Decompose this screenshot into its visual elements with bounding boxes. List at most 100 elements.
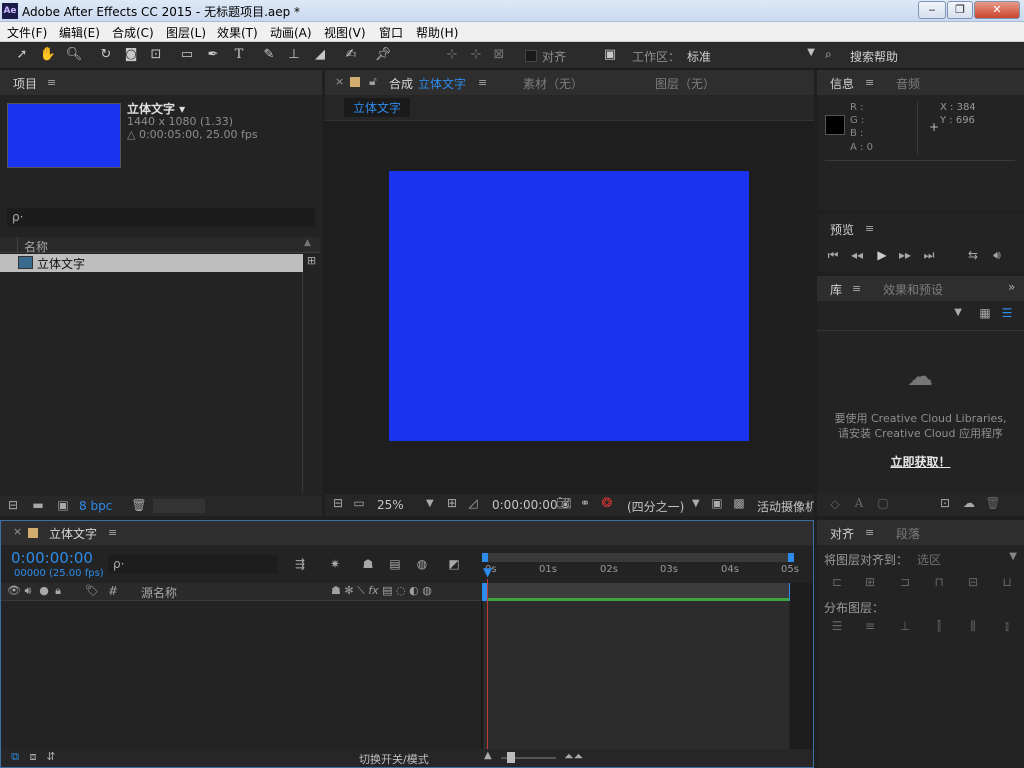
safe-margins-icon[interactable]: ⊞ <box>444 496 460 510</box>
navigator-end-handle[interactable] <box>788 553 794 562</box>
lock-icon[interactable]: 🔓︎ <box>369 74 377 89</box>
transfer-controls-icon[interactable]: ⧈ <box>26 750 40 764</box>
menu-window[interactable]: 窗口 <box>379 24 403 41</box>
previous-frame-icon[interactable]: ◂◂ <box>849 248 865 262</box>
chevron-down-icon[interactable]: ▼ <box>426 498 434 509</box>
play-icon[interactable]: ▶ <box>874 248 890 262</box>
navigator-start-handle[interactable] <box>482 553 488 562</box>
timeline-track-area[interactable] <box>483 601 789 749</box>
shy-layers-icon[interactable]: ☗ <box>359 557 377 571</box>
eraser-tool-icon[interactable]: ◢ <box>310 46 330 64</box>
maximize-button[interactable]: ❐ <box>947 1 973 19</box>
distribute-right-icon[interactable]: ⫾ <box>998 619 1016 634</box>
time-navigator[interactable] <box>482 553 794 562</box>
zoom-slider-thumb[interactable] <box>507 752 515 763</box>
add-color-icon[interactable]: ◇ <box>827 497 843 511</box>
new-folder-icon[interactable]: ▬ <box>30 498 46 512</box>
rotate-tool-icon[interactable]: ↻ <box>96 46 116 64</box>
get-it-now-link[interactable]: 立即获取！ <box>817 453 1024 470</box>
flowchart-icon[interactable]: ⊞ <box>303 254 320 272</box>
trash-icon[interactable]: 🗑︎ <box>985 496 1001 510</box>
mask-visibility-icon[interactable]: ◿ <box>465 496 481 510</box>
region-of-interest-icon[interactable]: ⊟ <box>330 496 346 510</box>
audio-icon[interactable]: 🔊︎ <box>22 584 34 598</box>
info-tab[interactable]: 信息 <box>830 75 854 92</box>
library-tab[interactable]: 库 <box>830 281 842 298</box>
solo-icon[interactable]: ● <box>38 584 50 597</box>
next-frame-icon[interactable]: ▸▸ <box>897 248 913 262</box>
axis-view-icon[interactable]: ⊠ <box>489 46 509 64</box>
trash-icon[interactable]: 🗑︎ <box>131 498 147 512</box>
zoom-out-icon[interactable]: ▲ <box>484 750 492 761</box>
in-out-icon[interactable]: ⇵ <box>44 750 58 763</box>
distribute-top-icon[interactable]: ☰ <box>828 619 846 633</box>
layer-switches-icon[interactable]: ⧉ <box>8 750 22 764</box>
resolution-select[interactable]: (四分之一) <box>627 498 684 515</box>
add-graphic-icon[interactable]: ▢ <box>875 496 891 510</box>
show-snapshot-icon[interactable]: ⚭ <box>577 496 593 510</box>
interpret-footage-icon[interactable]: ⊟ <box>5 498 21 512</box>
paragraph-tab[interactable]: 段落 <box>896 525 920 542</box>
menu-icon[interactable]: ≡ <box>852 282 861 295</box>
footage-tab[interactable]: 素材（无） <box>523 75 583 92</box>
add-text-style-icon[interactable]: A <box>851 496 867 510</box>
timeline-tab[interactable]: 立体文字 <box>49 525 97 542</box>
project-search-input[interactable]: ρ· <box>7 208 315 227</box>
snapshot-icon[interactable]: 📷︎ <box>556 496 572 510</box>
puppet-pin-tool-icon[interactable]: 📌︎ <box>373 46 393 64</box>
monitor-icon[interactable]: ▭ <box>351 496 367 510</box>
menu-icon[interactable]: ≡ <box>865 526 874 539</box>
adobe-stock-icon[interactable]: ⊡ <box>937 496 953 510</box>
distribute-bottom-icon[interactable]: ⊥ <box>896 619 914 633</box>
transparency-grid-icon[interactable]: ▩ <box>731 496 747 510</box>
time-ruler[interactable]: 0s 01s 02s 03s 04s 05s <box>482 564 799 582</box>
menu-composition[interactable]: 合成(C) <box>112 24 154 41</box>
chevron-down-icon[interactable]: ▼ <box>692 498 700 509</box>
first-frame-icon[interactable]: ⏮ <box>825 248 841 263</box>
composition-viewer[interactable] <box>389 171 749 441</box>
menu-effect[interactable]: 效果(T) <box>217 24 258 41</box>
pan-behind-tool-icon[interactable]: ⊡ <box>146 46 166 64</box>
timeline-timecode[interactable]: 0:00:00:00 <box>11 549 93 567</box>
menu-icon[interactable]: ≡ <box>865 222 874 235</box>
align-right-icon[interactable]: ⊐ <box>896 575 914 589</box>
comp-tab-prefix[interactable]: 合成 <box>389 75 413 92</box>
type-tool-icon[interactable]: T <box>229 46 249 64</box>
menu-icon[interactable]: ≡ <box>47 76 56 89</box>
last-frame-icon[interactable]: ⏭ <box>921 248 937 263</box>
motion-blur-icon[interactable]: ◍ <box>413 557 431 571</box>
distribute-vertical-center-icon[interactable]: ≡ <box>861 619 879 633</box>
workspace-select[interactable]: 标准 ▼ <box>683 46 819 65</box>
layer-list[interactable] <box>1 601 481 749</box>
column-hash[interactable]: # <box>108 584 118 598</box>
selection-tool-icon[interactable]: ➚ <box>12 46 32 64</box>
camera-select[interactable]: 活动摄像机 <box>757 498 814 515</box>
list-view-icon[interactable]: ☰ <box>999 306 1015 320</box>
label-color-swatch[interactable] <box>350 77 360 87</box>
layer-tab[interactable]: 图层（无） <box>655 75 715 92</box>
sync-icon[interactable]: ☁ <box>961 496 977 510</box>
comp-timecode[interactable]: 0:00:00:00 <box>492 498 558 512</box>
camera-tool-icon[interactable]: ◙ <box>121 46 141 64</box>
playhead-line[interactable] <box>487 579 488 749</box>
channel-icon[interactable]: ❂ <box>599 496 615 511</box>
align-vertical-center-icon[interactable]: ⊟ <box>964 575 982 589</box>
menu-icon[interactable]: ≡ <box>478 76 487 89</box>
menu-animation[interactable]: 动画(A) <box>270 24 312 41</box>
frame-blending-icon[interactable]: ▤ <box>386 557 404 571</box>
switches-icon[interactable]: ☗ ✻ ⟍ fx ▤ ◌ ◐ ◍ <box>331 584 432 598</box>
footer-slider[interactable] <box>153 499 205 513</box>
zoom-select[interactable]: 25% <box>377 498 404 512</box>
menu-edit[interactable]: 编辑(E) <box>59 24 100 41</box>
bpc-button[interactable]: 8 bpc <box>79 499 112 513</box>
panel-overflow-icon[interactable]: » <box>1008 280 1015 294</box>
graph-editor-icon[interactable]: ◩ <box>445 557 463 571</box>
eye-icon[interactable]: 👁︎ <box>7 584 21 597</box>
column-source-name[interactable]: 源名称 <box>141 584 177 601</box>
menu-view[interactable]: 视图(V) <box>324 24 366 41</box>
axis-world-icon[interactable]: ⊹ <box>466 46 486 64</box>
fast-previews-icon[interactable]: ▣ <box>709 496 725 510</box>
menu-help[interactable]: 帮助(H) <box>416 24 458 41</box>
brush-tool-icon[interactable]: ✎ <box>259 46 279 64</box>
menu-icon[interactable]: ≡ <box>108 526 117 539</box>
